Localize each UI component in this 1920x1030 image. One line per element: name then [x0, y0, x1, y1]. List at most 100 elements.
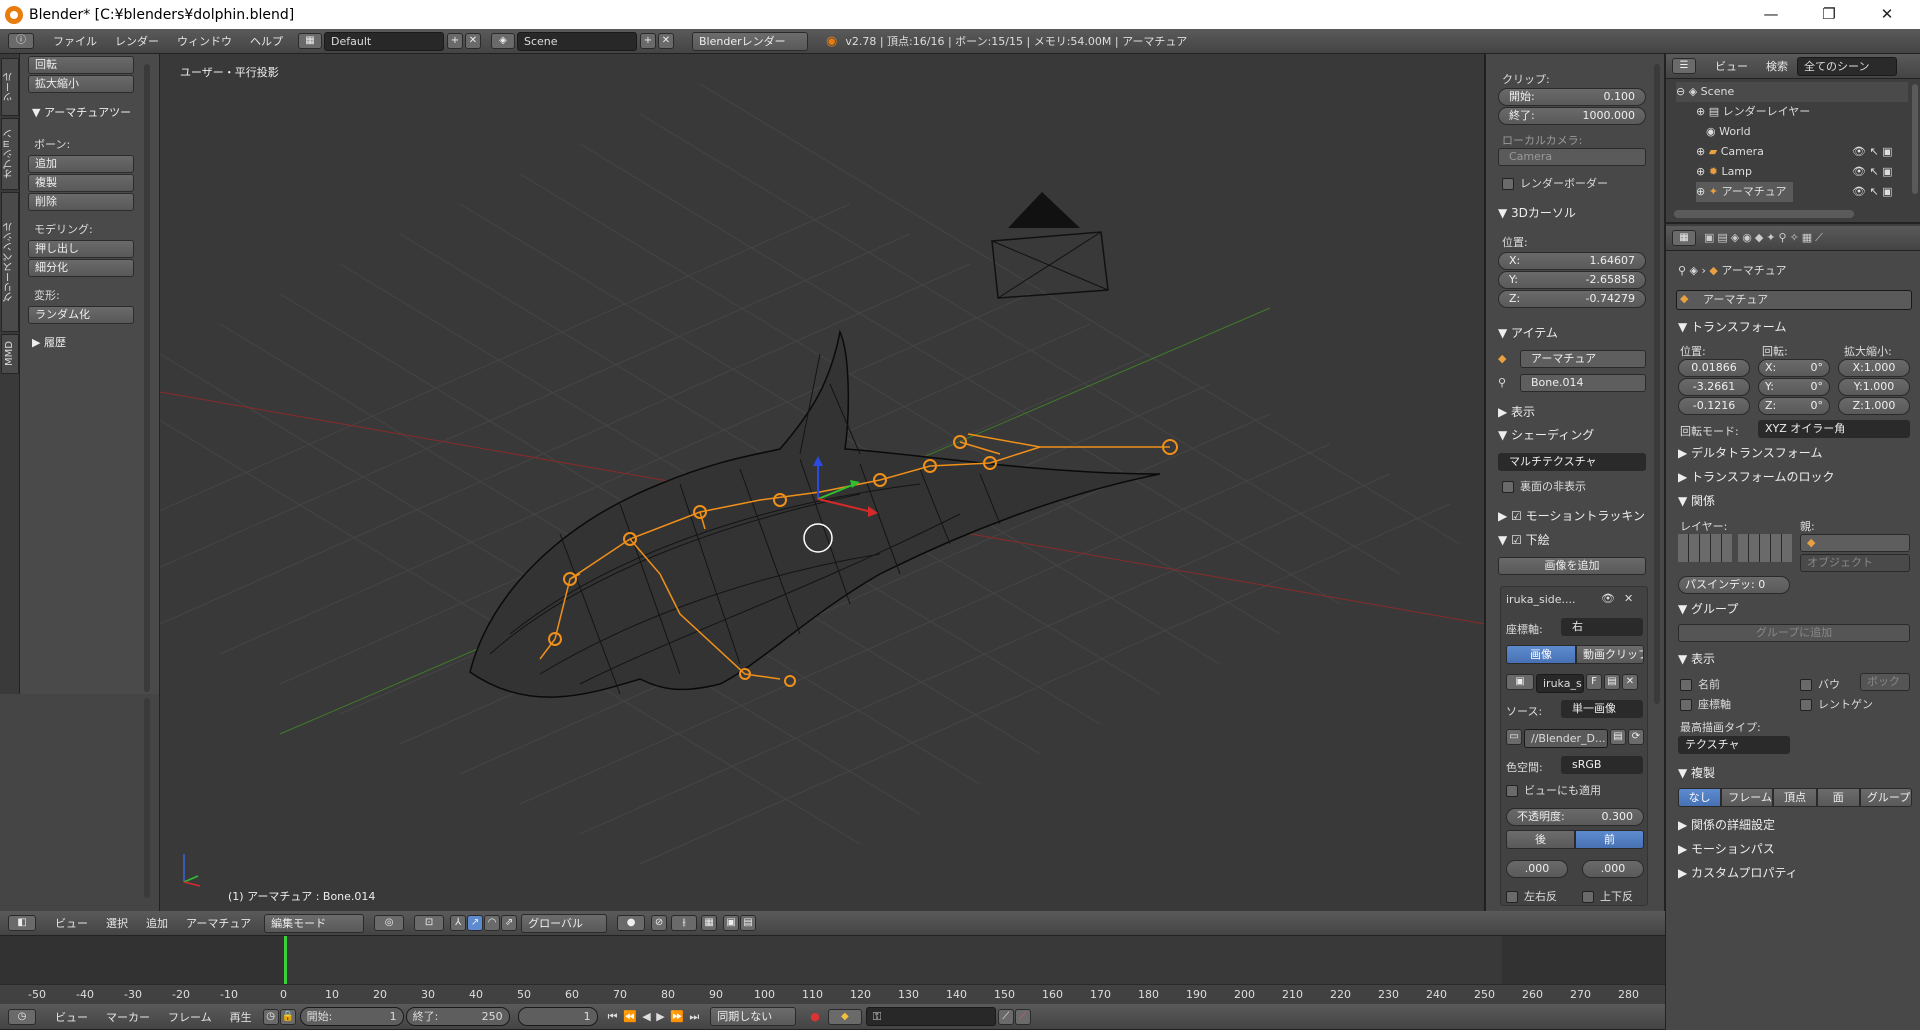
- start-frame-field[interactable]: 開始: 1: [299, 1007, 404, 1026]
- location-z-field[interactable]: -0.1216: [1678, 397, 1750, 415]
- timeline-menu-marker[interactable]: マーカー: [97, 1009, 159, 1025]
- lock-range-icon[interactable]: 🔒: [279, 1008, 296, 1025]
- flip-y-checkbox[interactable]: 上下反: [1582, 888, 1633, 904]
- extrude-button[interactable]: 押し出し: [28, 240, 134, 258]
- xray-box[interactable]: [1800, 699, 1812, 711]
- cursor-z-field[interactable]: Z: -0.74279: [1498, 290, 1646, 308]
- dolphin-mesh[interactable]: [469, 329, 1161, 698]
- add-scene-icon[interactable]: +: [640, 33, 656, 49]
- item-panel-title[interactable]: ▼ アイテム: [1498, 324, 1558, 341]
- rotate-button[interactable]: 回転: [28, 56, 134, 74]
- item-bone-name-field[interactable]: Bone.014: [1520, 374, 1646, 392]
- subdivide-button[interactable]: 細分化: [28, 259, 134, 277]
- backface-box[interactable]: [1502, 481, 1514, 493]
- unlink-image-icon[interactable]: ✕: [1622, 674, 1638, 690]
- tab-image[interactable]: 画像: [1506, 645, 1576, 664]
- camera-restrict-icons[interactable]: 👁 ↖ ▣: [1852, 142, 1893, 162]
- keying-icon[interactable]: ◆: [827, 1008, 862, 1025]
- bg-visibility-icon[interactable]: 👁: [1601, 592, 1615, 605]
- add-to-group-button[interactable]: グループに追加: [1678, 624, 1910, 642]
- 3d-viewport[interactable]: ユーザー・平行投影 (1) アーマチュア : Bone.014: [160, 54, 1485, 911]
- bone-delete-button[interactable]: 削除: [28, 193, 134, 211]
- layer-grid-2[interactable]: [1738, 534, 1792, 562]
- object-name-field[interactable]: アーマチュア: [1676, 290, 1912, 310]
- npanel-scrollbar[interactable]: [1654, 64, 1660, 704]
- transform-orientation-dropdown[interactable]: グローバル: [521, 913, 608, 933]
- bg-image-name[interactable]: iruka_side....: [1506, 593, 1576, 606]
- scene-icon[interactable]: ◈: [491, 33, 515, 49]
- location-x-field[interactable]: 0.01866: [1678, 359, 1750, 377]
- timeline-menu-frame[interactable]: フレーム: [159, 1009, 221, 1025]
- playback-controls[interactable]: ⏮ ⏪ ◀ ▶ ⏩ ⏭: [608, 1010, 701, 1024]
- menu-help[interactable]: ヘルプ: [241, 33, 292, 49]
- groups-panel-title[interactable]: ▼ グループ: [1678, 600, 1738, 617]
- shading-mode-dropdown[interactable]: マルチテクスチャ: [1498, 453, 1646, 471]
- reload-icon[interactable]: ⟳: [1628, 729, 1644, 745]
- render-border-checkbox[interactable]: レンダーボーダー: [1502, 175, 1608, 191]
- rotation-y-field[interactable]: Y: 0°: [1758, 378, 1830, 396]
- render-border-box[interactable]: [1502, 178, 1514, 190]
- screen-layout-field[interactable]: Default: [324, 31, 444, 51]
- offset-x-field[interactable]: .000: [1506, 860, 1568, 878]
- clip-end-field[interactable]: 終了: 1000.000: [1498, 107, 1646, 125]
- flip-y-box[interactable]: [1582, 891, 1594, 903]
- pivot-point-icon[interactable]: ⊡: [414, 915, 445, 931]
- restore-button[interactable]: ❐: [1806, 0, 1852, 29]
- custom-properties-panel-title[interactable]: ▶ カスタムプロパティ: [1678, 864, 1798, 881]
- scale-button[interactable]: 拡大縮小: [28, 75, 134, 93]
- delete-keyframe-icon[interactable]: ⟋: [1014, 1008, 1031, 1025]
- tab-tools[interactable]: ツール: [1, 58, 19, 116]
- browse-file-icon[interactable]: ▤: [1610, 729, 1626, 745]
- menu-window[interactable]: ウィンドウ: [168, 33, 241, 49]
- image-name-field[interactable]: iruka_s: [1536, 674, 1584, 693]
- viewport-shading-icon[interactable]: ◎: [374, 915, 405, 931]
- relations-panel-title[interactable]: ▼ 関係: [1678, 492, 1715, 509]
- snap-element-icon[interactable]: ▦: [701, 915, 718, 931]
- motion-paths-panel-title[interactable]: ▶ モーションパス: [1678, 840, 1775, 857]
- opengl-render-icon[interactable]: ▣: [723, 915, 740, 931]
- rotation-z-field[interactable]: Z: 0°: [1758, 397, 1830, 415]
- tab-options[interactable]: オプション: [1, 118, 19, 190]
- offset-y-field[interactable]: .000: [1582, 860, 1644, 878]
- outliner-item-armature[interactable]: ⊕ ✦ アーマチュア: [1696, 182, 1793, 202]
- outliner-h-scrollbar[interactable]: [1674, 210, 1854, 218]
- outliner-item-scene[interactable]: ⊖ ◈ Scene: [1676, 82, 1908, 102]
- outliner-item-lamp[interactable]: ⊕ ✹ Lamp: [1696, 162, 1752, 182]
- outliner-filter-dropdown[interactable]: 全てのシーン: [1797, 56, 1897, 76]
- transform-lock-panel-title[interactable]: ▶ トランスフォームのロック: [1678, 468, 1834, 485]
- close-window-button[interactable]: ✕: [1864, 0, 1910, 29]
- current-frame-indicator[interactable]: [284, 936, 287, 984]
- display-panel-title[interactable]: ▼ 表示: [1678, 650, 1715, 667]
- editor-type-timeline-icon[interactable]: ◷: [8, 1008, 36, 1025]
- editor-type-3dview-icon[interactable]: ◧: [8, 915, 36, 931]
- dup-tab-group[interactable]: グループ: [1859, 788, 1912, 807]
- axis-box[interactable]: [1680, 699, 1692, 711]
- source-dropdown[interactable]: 単一画像: [1561, 700, 1643, 718]
- render-engine-dropdown[interactable]: Blenderレンダー: [692, 31, 808, 51]
- dup-tab-frames[interactable]: フレーム: [1721, 788, 1774, 807]
- flip-x-checkbox[interactable]: 左右反: [1506, 888, 1557, 904]
- armature-tools-panel-title[interactable]: ▼ アーマチュアツー: [32, 104, 131, 122]
- outliner-item-camera[interactable]: ⊕ ▰ Camera: [1696, 142, 1764, 162]
- toolshelf-lower-scrollbar[interactable]: [144, 698, 150, 898]
- xray-checkbox[interactable]: レントゲン: [1800, 696, 1873, 712]
- outliner-view-menu[interactable]: ビュー: [1706, 58, 1757, 74]
- scene-field[interactable]: Scene: [517, 31, 637, 51]
- armature-restrict-icons[interactable]: 👁 ↖ ▣: [1852, 182, 1893, 202]
- clip-start-field[interactable]: 開始: 0.100: [1498, 88, 1646, 106]
- end-frame-field[interactable]: 終了: 250: [405, 1007, 510, 1026]
- cursor-x-field[interactable]: X: 1.64607: [1498, 252, 1646, 270]
- outliner-v-scrollbar[interactable]: [1912, 84, 1918, 194]
- proportional-edit-icon[interactable]: ●: [617, 915, 646, 931]
- opengl-anim-icon[interactable]: ▤: [740, 915, 757, 931]
- dup-tab-faces[interactable]: 面: [1816, 788, 1860, 807]
- bounds-checkbox[interactable]: バウ: [1800, 676, 1840, 692]
- cursor-panel-title[interactable]: ▼ 3Dカーソル: [1498, 204, 1576, 221]
- scale-manipulator-icon[interactable]: ⇗: [501, 915, 518, 931]
- view-as-render-box[interactable]: [1506, 785, 1518, 797]
- menu-render[interactable]: レンダー: [106, 33, 168, 49]
- outliner-item-world[interactable]: ◉ World: [1706, 122, 1751, 142]
- motion-tracking-panel-title[interactable]: ▶ ☑ モーショントラッキン: [1498, 507, 1645, 524]
- current-frame-field[interactable]: 1: [517, 1007, 598, 1026]
- bounds-box[interactable]: [1800, 679, 1812, 691]
